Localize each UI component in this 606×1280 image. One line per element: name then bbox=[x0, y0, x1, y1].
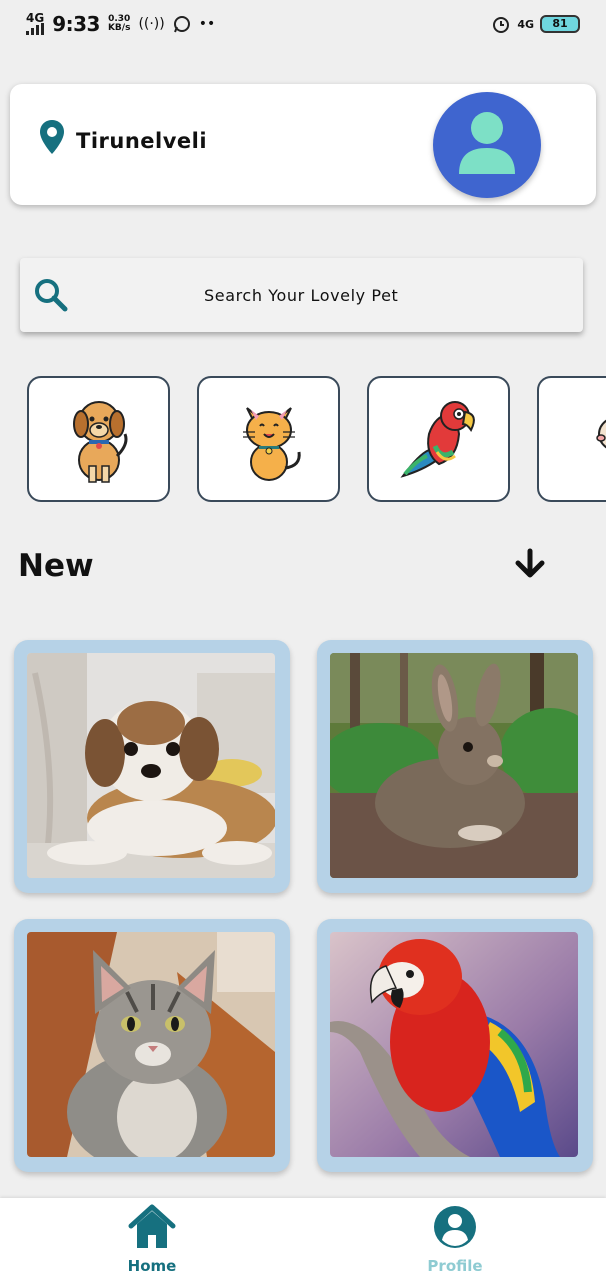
search-input[interactable]: Search Your Lovely Pet bbox=[204, 286, 398, 305]
section-title: New bbox=[18, 548, 94, 584]
battery-icon: 81 bbox=[540, 15, 580, 33]
nav-profile-label: Profile bbox=[427, 1257, 483, 1275]
tabby-kitten-photo bbox=[27, 932, 275, 1157]
parrot-icon bbox=[400, 401, 475, 478]
nav-home[interactable]: Home bbox=[82, 1198, 222, 1280]
category-cat[interactable] bbox=[197, 376, 340, 502]
network-type-right: 4G bbox=[517, 17, 534, 31]
profile-icon bbox=[434, 1206, 476, 1248]
pet-card-dog[interactable] bbox=[14, 640, 290, 893]
category-list bbox=[27, 376, 606, 502]
pet-card-rabbit[interactable] bbox=[317, 640, 593, 893]
user-avatar-icon bbox=[459, 112, 515, 174]
search-bar[interactable]: Search Your Lovely Pet bbox=[20, 258, 583, 332]
rabbit-photo bbox=[330, 653, 578, 878]
network-type: 4G bbox=[26, 11, 45, 25]
home-icon bbox=[128, 1204, 176, 1248]
speed-unit: KB/s bbox=[107, 23, 131, 33]
network-speed: 0.30 KB/s bbox=[108, 15, 130, 33]
nav-home-label: Home bbox=[127, 1257, 177, 1275]
category-bird[interactable] bbox=[367, 376, 510, 502]
shih-tzu-dog-photo bbox=[27, 653, 275, 878]
dog-icon bbox=[73, 401, 128, 483]
cat-icon bbox=[243, 407, 301, 481]
signal-indicator: 4G bbox=[26, 11, 45, 35]
category-dog[interactable] bbox=[27, 376, 170, 502]
status-bar: 4G 9:33 0.30 KB/s ((·)) •• 4G 81 bbox=[0, 0, 606, 56]
location-city[interactable]: Tirunelveli bbox=[76, 129, 207, 153]
more-notifications: •• bbox=[198, 16, 216, 32]
battery-level: 81 bbox=[552, 17, 568, 30]
macaw-parrot-photo bbox=[330, 932, 578, 1157]
rabbit-icon bbox=[596, 419, 606, 449]
category-rabbit[interactable] bbox=[537, 376, 606, 502]
profile-avatar-button[interactable] bbox=[433, 92, 541, 198]
location-card: Tirunelveli bbox=[10, 84, 596, 205]
pet-card-cat[interactable] bbox=[14, 919, 290, 1172]
arrow-down-icon[interactable] bbox=[512, 548, 548, 580]
nav-profile[interactable]: Profile bbox=[385, 1198, 525, 1280]
map-pin-icon[interactable] bbox=[38, 118, 66, 156]
alarm-icon bbox=[493, 17, 510, 33]
clock: 9:33 bbox=[52, 12, 100, 36]
bottom-navigation: Home Profile bbox=[0, 1198, 606, 1280]
search-icon[interactable] bbox=[34, 278, 68, 312]
whatsapp-icon bbox=[173, 16, 190, 33]
hotspot-icon: ((·)) bbox=[138, 16, 165, 32]
pet-card-parrot[interactable] bbox=[317, 919, 593, 1172]
